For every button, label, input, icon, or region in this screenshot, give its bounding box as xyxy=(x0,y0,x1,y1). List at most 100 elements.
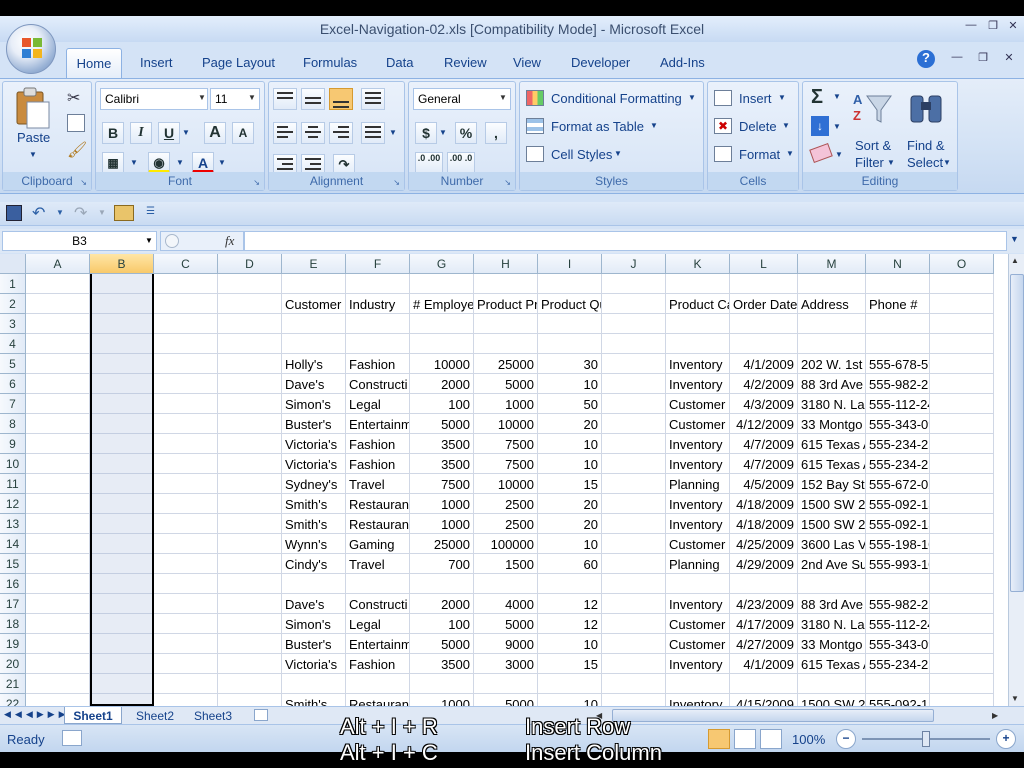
cell[interactable]: 7500 xyxy=(474,454,538,474)
row-header[interactable]: 3 xyxy=(0,314,26,334)
undo-dropdown-icon[interactable]: ▼ xyxy=(56,208,64,217)
cell[interactable] xyxy=(602,674,666,694)
cell[interactable]: 555-343-0923 xyxy=(866,414,930,434)
cell[interactable] xyxy=(26,574,90,594)
cell[interactable]: 10000 xyxy=(474,474,538,494)
cell[interactable] xyxy=(218,474,282,494)
custom-macro-icon[interactable] xyxy=(114,205,134,221)
cell[interactable]: Entertainm xyxy=(346,634,410,654)
cell[interactable] xyxy=(154,434,218,454)
cell[interactable] xyxy=(930,494,994,514)
cell[interactable] xyxy=(930,274,994,294)
cell[interactable]: Phone # xyxy=(866,294,930,314)
cell[interactable]: 10 xyxy=(538,534,602,554)
cell[interactable]: 615 Texas A xyxy=(798,654,866,674)
cell[interactable] xyxy=(154,614,218,634)
cell[interactable]: # Employe xyxy=(410,294,474,314)
cell[interactable] xyxy=(602,534,666,554)
cell[interactable] xyxy=(798,314,866,334)
cell[interactable]: Order Date xyxy=(730,294,798,314)
cell[interactable]: 1000 xyxy=(410,514,474,534)
cell[interactable] xyxy=(866,574,930,594)
cell[interactable] xyxy=(282,274,346,294)
cell[interactable]: 2500 xyxy=(474,514,538,534)
cell[interactable]: Restauran xyxy=(346,694,410,706)
cell[interactable] xyxy=(602,574,666,594)
cell[interactable] xyxy=(538,574,602,594)
cell[interactable]: 555-343-0923 xyxy=(866,634,930,654)
cell[interactable]: 1000 xyxy=(474,394,538,414)
scroll-right-icon[interactable]: ▶ xyxy=(992,711,998,720)
bold-button[interactable]: B xyxy=(102,122,124,144)
cell[interactable] xyxy=(154,554,218,574)
decrease-decimal-button[interactable]: .00 .0 xyxy=(447,152,475,174)
cell[interactable] xyxy=(602,434,666,454)
cell[interactable]: 555-234-2530 xyxy=(866,654,930,674)
fill-icon[interactable]: ↓ xyxy=(811,116,829,136)
cell[interactable]: Inventory xyxy=(666,694,730,706)
cell[interactable] xyxy=(282,334,346,354)
cell[interactable] xyxy=(930,634,994,654)
cell[interactable]: 2nd Ave Su xyxy=(798,554,866,574)
column-header[interactable]: B xyxy=(90,254,154,274)
cell[interactable]: Smith's xyxy=(282,514,346,534)
cell[interactable] xyxy=(930,474,994,494)
cell[interactable] xyxy=(346,314,410,334)
underline-button[interactable]: U xyxy=(158,122,180,144)
cell[interactable] xyxy=(930,554,994,574)
cell[interactable]: 9000 xyxy=(474,634,538,654)
cell[interactable] xyxy=(930,334,994,354)
cell[interactable]: Dave's xyxy=(282,374,346,394)
cell[interactable]: 1500 SW 27 xyxy=(798,514,866,534)
cell[interactable]: 10000 xyxy=(410,354,474,374)
cell[interactable]: 5000 xyxy=(410,634,474,654)
scroll-up-icon[interactable]: ▲ xyxy=(1011,256,1019,265)
cell[interactable] xyxy=(930,534,994,554)
column-header[interactable]: C xyxy=(154,254,218,274)
underline-dropdown-icon[interactable]: ▼ xyxy=(182,128,190,137)
cell[interactable]: 7500 xyxy=(474,434,538,454)
column-header[interactable]: L xyxy=(730,254,798,274)
cell[interactable] xyxy=(538,674,602,694)
cell[interactable]: Industry xyxy=(346,294,410,314)
cell[interactable]: Simon's xyxy=(282,394,346,414)
cell[interactable] xyxy=(154,354,218,374)
autosum-button[interactable]: Σ xyxy=(811,86,823,109)
number-launcher-icon[interactable]: ↘ xyxy=(504,178,511,187)
cell[interactable]: 12 xyxy=(538,614,602,634)
redo-icon[interactable]: ↷ xyxy=(74,203,87,223)
clipboard-launcher-icon[interactable]: ↘ xyxy=(80,178,87,187)
cell[interactable] xyxy=(730,274,798,294)
row-header[interactable]: 8 xyxy=(0,414,26,434)
row-header[interactable]: 1 xyxy=(0,274,26,294)
currency-dropdown-icon[interactable]: ▼ xyxy=(439,128,447,137)
cell[interactable]: 555-982-2523 xyxy=(866,374,930,394)
cell[interactable]: Restauran xyxy=(346,494,410,514)
cell[interactable] xyxy=(282,674,346,694)
cell[interactable]: Entertainm xyxy=(346,414,410,434)
shrink-font-button[interactable]: A xyxy=(232,122,254,144)
cell[interactable] xyxy=(602,314,666,334)
cell[interactable]: 4/7/2009 xyxy=(730,454,798,474)
cell[interactable]: 1500 SW 27 xyxy=(798,694,866,706)
cell[interactable] xyxy=(154,574,218,594)
font-launcher-icon[interactable]: ↘ xyxy=(253,178,260,187)
insert-dropdown-icon[interactable]: ▼ xyxy=(778,93,786,102)
cell[interactable] xyxy=(154,674,218,694)
cell[interactable] xyxy=(730,334,798,354)
close-icon[interactable]: ✕ xyxy=(1004,19,1022,35)
cell[interactable] xyxy=(930,594,994,614)
cell[interactable] xyxy=(26,654,90,674)
cell[interactable] xyxy=(666,274,730,294)
cell[interactable] xyxy=(930,614,994,634)
row-header[interactable]: 9 xyxy=(0,434,26,454)
cell[interactable]: Legal xyxy=(346,614,410,634)
column-header[interactable]: J xyxy=(602,254,666,274)
cell[interactable] xyxy=(346,334,410,354)
cell[interactable] xyxy=(866,674,930,694)
cell[interactable] xyxy=(218,594,282,614)
cell[interactable]: 100 xyxy=(410,394,474,414)
cell[interactable] xyxy=(26,554,90,574)
cell[interactable] xyxy=(218,454,282,474)
cell[interactable]: 4/1/2009 xyxy=(730,354,798,374)
